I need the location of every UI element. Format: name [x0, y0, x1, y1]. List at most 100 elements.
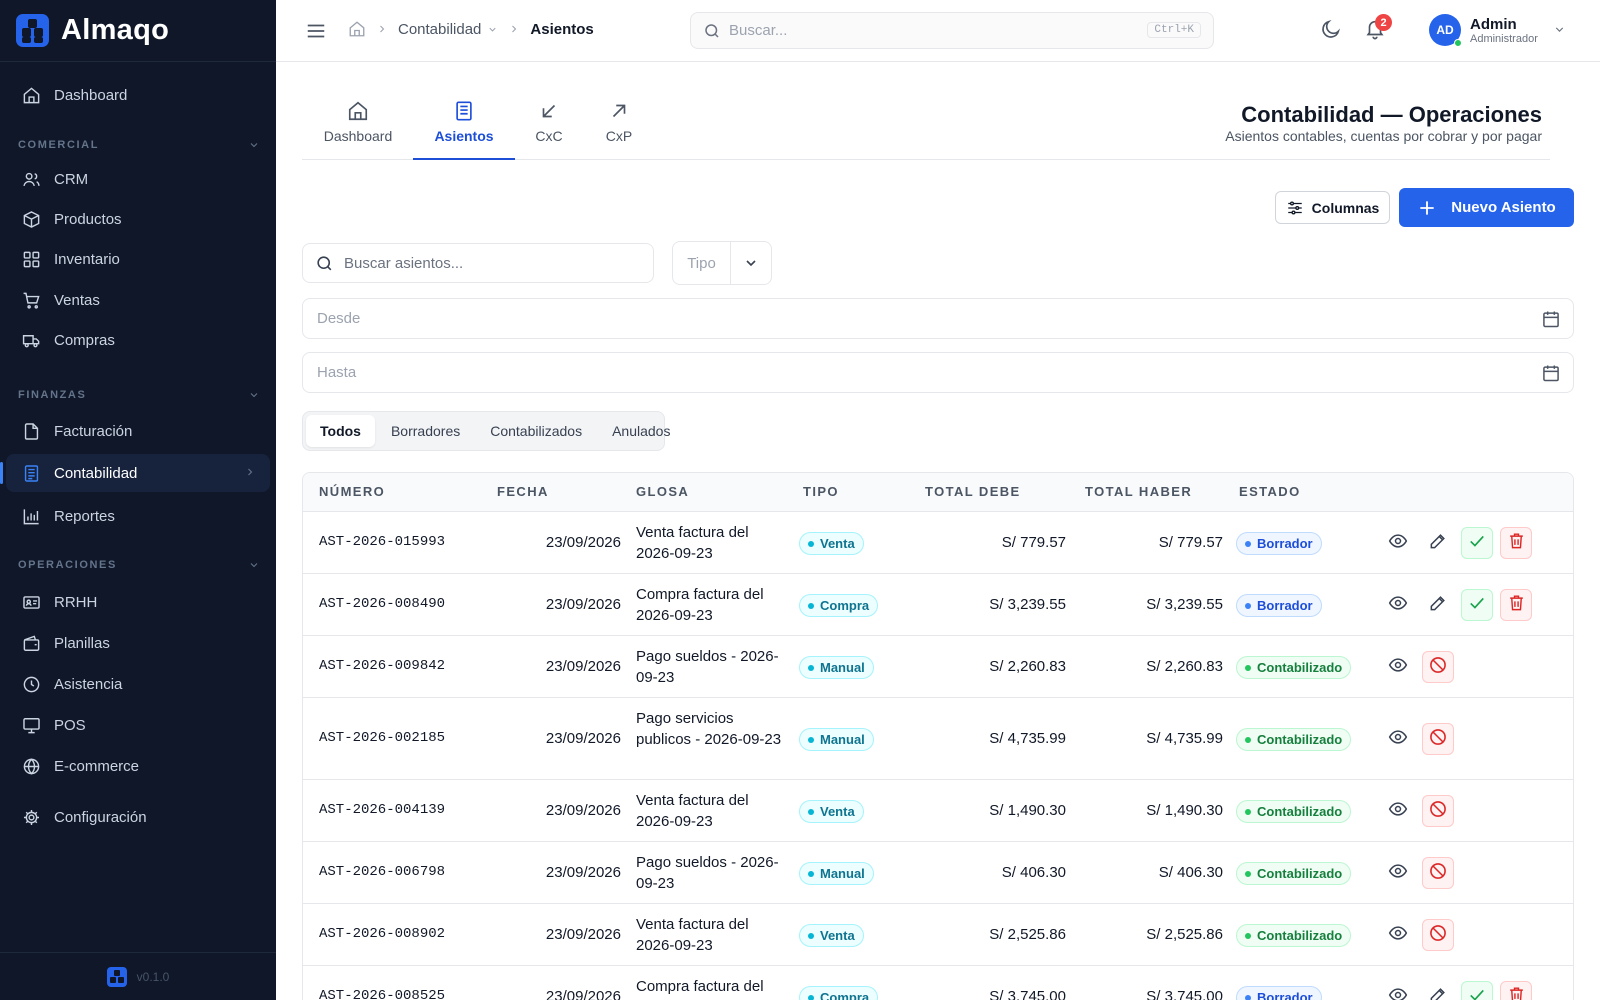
void-entry-button[interactable] [1422, 723, 1454, 755]
sidebar-item-reportes[interactable]: Reportes [6, 497, 270, 535]
edit-button[interactable] [1422, 527, 1454, 559]
entry-number[interactable]: AST-2026-008490 [319, 596, 445, 612]
view-button[interactable] [1382, 795, 1414, 827]
entries-search[interactable] [302, 243, 654, 283]
view-button[interactable] [1382, 589, 1414, 621]
sidebar-item-ecommerce[interactable]: E-commerce [6, 747, 270, 785]
post-entry-button[interactable] [1461, 527, 1493, 559]
entry-number[interactable]: AST-2026-015993 [319, 534, 445, 550]
sidebar-item-productos[interactable]: Productos [6, 200, 270, 238]
section-operaciones[interactable]: OPERACIONES [18, 559, 260, 571]
sidebar-item-pos[interactable]: POS [6, 706, 270, 744]
table-row[interactable]: AST-2026-008490 23/09/2026 Compra factura … [303, 574, 1573, 636]
global-search[interactable]: Ctrl+K [690, 12, 1214, 49]
delete-button[interactable] [1500, 527, 1532, 559]
entry-number[interactable]: AST-2026-008525 [319, 988, 445, 1000]
sidebar-item-ventas[interactable]: Ventas [6, 281, 270, 319]
user-name[interactable]: Admin [1470, 16, 1517, 33]
brand[interactable]: Almaqo [0, 0, 276, 62]
desde-date-field[interactable]: Desde [302, 298, 1574, 339]
sidebar-item-facturacion[interactable]: Facturación [6, 412, 270, 450]
column-header-total-haber[interactable]: TOTAL HABER [1085, 484, 1192, 499]
sidebar-item-planillas[interactable]: Planillas [6, 624, 270, 662]
sidebar-item-contabilidad[interactable]: Contabilidad [0, 454, 270, 492]
sidebar-item-rrhh[interactable]: RRHH [6, 583, 270, 621]
status-tab-contabilizados[interactable]: Contabilizados [476, 415, 596, 447]
void-entry-button[interactable] [1422, 857, 1454, 889]
column-header-estado[interactable]: ESTADO [1239, 484, 1301, 499]
chevron-down-icon[interactable] [1553, 23, 1566, 36]
tipo-select[interactable]: Tipo [672, 241, 772, 285]
columns-button[interactable]: Columnas [1275, 191, 1390, 224]
status-dot [1245, 994, 1251, 1000]
void-entry-button[interactable] [1422, 919, 1454, 951]
column-header-total-debe[interactable]: TOTAL DEBE [925, 484, 1021, 499]
column-header-fecha[interactable]: FECHA [497, 484, 549, 499]
section-finanzas[interactable]: FINANZAS [18, 389, 260, 401]
column-header-tipo[interactable]: TIPO [803, 484, 839, 499]
sidebar-item-compras[interactable]: Compras [6, 321, 270, 359]
sidebar-item-label: CRM [54, 170, 89, 188]
sidebar-item-configuracion[interactable]: Configuración [6, 798, 270, 836]
hasta-date-field[interactable]: Hasta [302, 352, 1574, 393]
table-row[interactable]: AST-2026-008902 23/09/2026 Venta factura d… [303, 904, 1573, 966]
new-entry-button[interactable]: Nuevo Asiento [1399, 188, 1574, 227]
total-haber: S/ 1,490.30 [1146, 802, 1223, 819]
arrow-down-left-icon [542, 104, 556, 118]
table-row[interactable]: AST-2026-002185 23/09/2026 Pago servicios … [303, 698, 1573, 780]
table-row[interactable]: AST-2026-008525 23/09/2026 Compra factura … [303, 966, 1573, 1000]
sidebar-item-label: E-commerce [54, 757, 140, 775]
sidebar-item-asistencia[interactable]: Asistencia [6, 665, 270, 703]
table-row[interactable]: AST-2026-004139 23/09/2026 Venta factura d… [303, 780, 1573, 842]
calendar-icon[interactable] [1541, 309, 1561, 329]
delete-button[interactable] [1500, 981, 1532, 1000]
breadcrumb-section[interactable]: Contabilidad [398, 21, 481, 38]
post-entry-button[interactable] [1461, 589, 1493, 621]
entry-date: 23/09/2026 [545, 864, 621, 881]
tipo-dropdown-toggle[interactable] [731, 255, 771, 271]
post-entry-button[interactable] [1461, 981, 1493, 1000]
notification-count-badge: 2 [1375, 14, 1392, 31]
view-button[interactable] [1382, 919, 1414, 951]
tab-cxc[interactable]: CxC [524, 90, 574, 160]
status-tab-borradores[interactable]: Borradores [377, 415, 474, 447]
table-row[interactable]: AST-2026-009842 23/09/2026 Pago sueldos - … [303, 636, 1573, 698]
status-tab-todos[interactable]: Todos [306, 415, 375, 447]
sidebar-item-dashboard[interactable]: Dashboard [6, 76, 270, 114]
home-icon[interactable] [348, 20, 366, 38]
tab-asientos[interactable]: Asientos [413, 90, 515, 160]
entry-number[interactable]: AST-2026-008902 [319, 926, 445, 942]
view-button[interactable] [1382, 857, 1414, 889]
edit-button[interactable] [1422, 589, 1454, 621]
column-header-numero[interactable]: NÚMERO [319, 484, 385, 499]
tab-cxp[interactable]: CxP [594, 90, 644, 160]
delete-button[interactable] [1500, 589, 1532, 621]
view-button[interactable] [1382, 651, 1414, 683]
type-badge: Compra [799, 594, 879, 617]
global-search-input[interactable] [729, 22, 1129, 39]
calendar-icon[interactable] [1541, 363, 1561, 383]
void-entry-button[interactable] [1422, 651, 1454, 683]
tab-label: CxP [605, 128, 633, 144]
column-header-glosa[interactable]: GLOSA [636, 484, 689, 499]
status-tab-anulados[interactable]: Anulados [598, 415, 684, 447]
table-row[interactable]: AST-2026-006798 23/09/2026 Pago sueldos - … [303, 842, 1573, 904]
theme-toggle-button[interactable] [1320, 18, 1342, 45]
view-button[interactable] [1382, 981, 1414, 1000]
sidebar-item-crm[interactable]: CRM [6, 160, 270, 198]
view-button[interactable] [1382, 723, 1414, 755]
entry-number[interactable]: AST-2026-002185 [319, 730, 445, 746]
entry-number[interactable]: AST-2026-006798 [319, 864, 445, 880]
edit-button[interactable] [1422, 981, 1454, 1000]
sidebar-item-inventario[interactable]: Inventario [6, 240, 270, 278]
void-entry-button[interactable] [1422, 795, 1454, 827]
entry-number[interactable]: AST-2026-004139 [319, 802, 445, 818]
view-button[interactable] [1382, 527, 1414, 559]
entries-search-input[interactable] [344, 254, 644, 272]
chevron-down-icon[interactable] [487, 24, 498, 35]
section-comercial[interactable]: COMERCIAL [18, 139, 260, 151]
menu-toggle-button[interactable] [304, 19, 328, 43]
entry-number[interactable]: AST-2026-009842 [319, 658, 445, 674]
table-row[interactable]: AST-2026-015993 23/09/2026 Venta factura d… [303, 512, 1573, 574]
tab-dashboard[interactable]: Dashboard [322, 90, 394, 160]
